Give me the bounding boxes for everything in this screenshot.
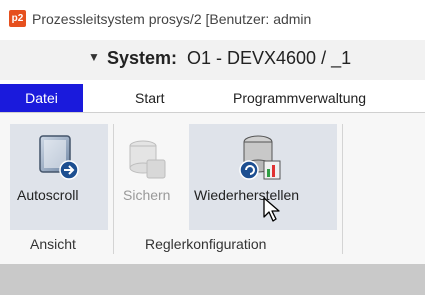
system-value[interactable]: O1 - DEVX4600 / _1 xyxy=(187,48,351,69)
document-scroll-icon xyxy=(39,135,79,180)
content-area xyxy=(0,264,425,295)
menu-programmverwaltung[interactable]: Programmverwaltung xyxy=(233,84,366,112)
window-title: Prozessleitsystem prosys/2 [Benutzer: ad… xyxy=(32,11,312,27)
app-icon: p2 xyxy=(9,10,26,27)
menu-datei[interactable]: Datei xyxy=(0,84,83,112)
database-save-icon xyxy=(129,140,166,179)
wiederherstellen-label: Wiederherstellen xyxy=(194,187,300,203)
mouse-cursor-icon xyxy=(263,197,280,222)
group-separator xyxy=(113,124,114,254)
group-separator-end xyxy=(342,124,343,254)
sichern-label[interactable]: Sichern xyxy=(123,187,170,203)
system-label: System: xyxy=(107,48,178,68)
group-label-ansicht: Ansicht xyxy=(30,236,76,252)
menu-start[interactable]: Start xyxy=(135,84,165,112)
autoscroll-label: Autoscroll xyxy=(17,187,79,203)
collapse-chevron-icon[interactable]: ▼ xyxy=(88,50,100,64)
database-restore-icon xyxy=(239,135,281,180)
group-label-reglerkonfiguration: Reglerkonfiguration xyxy=(145,236,267,252)
